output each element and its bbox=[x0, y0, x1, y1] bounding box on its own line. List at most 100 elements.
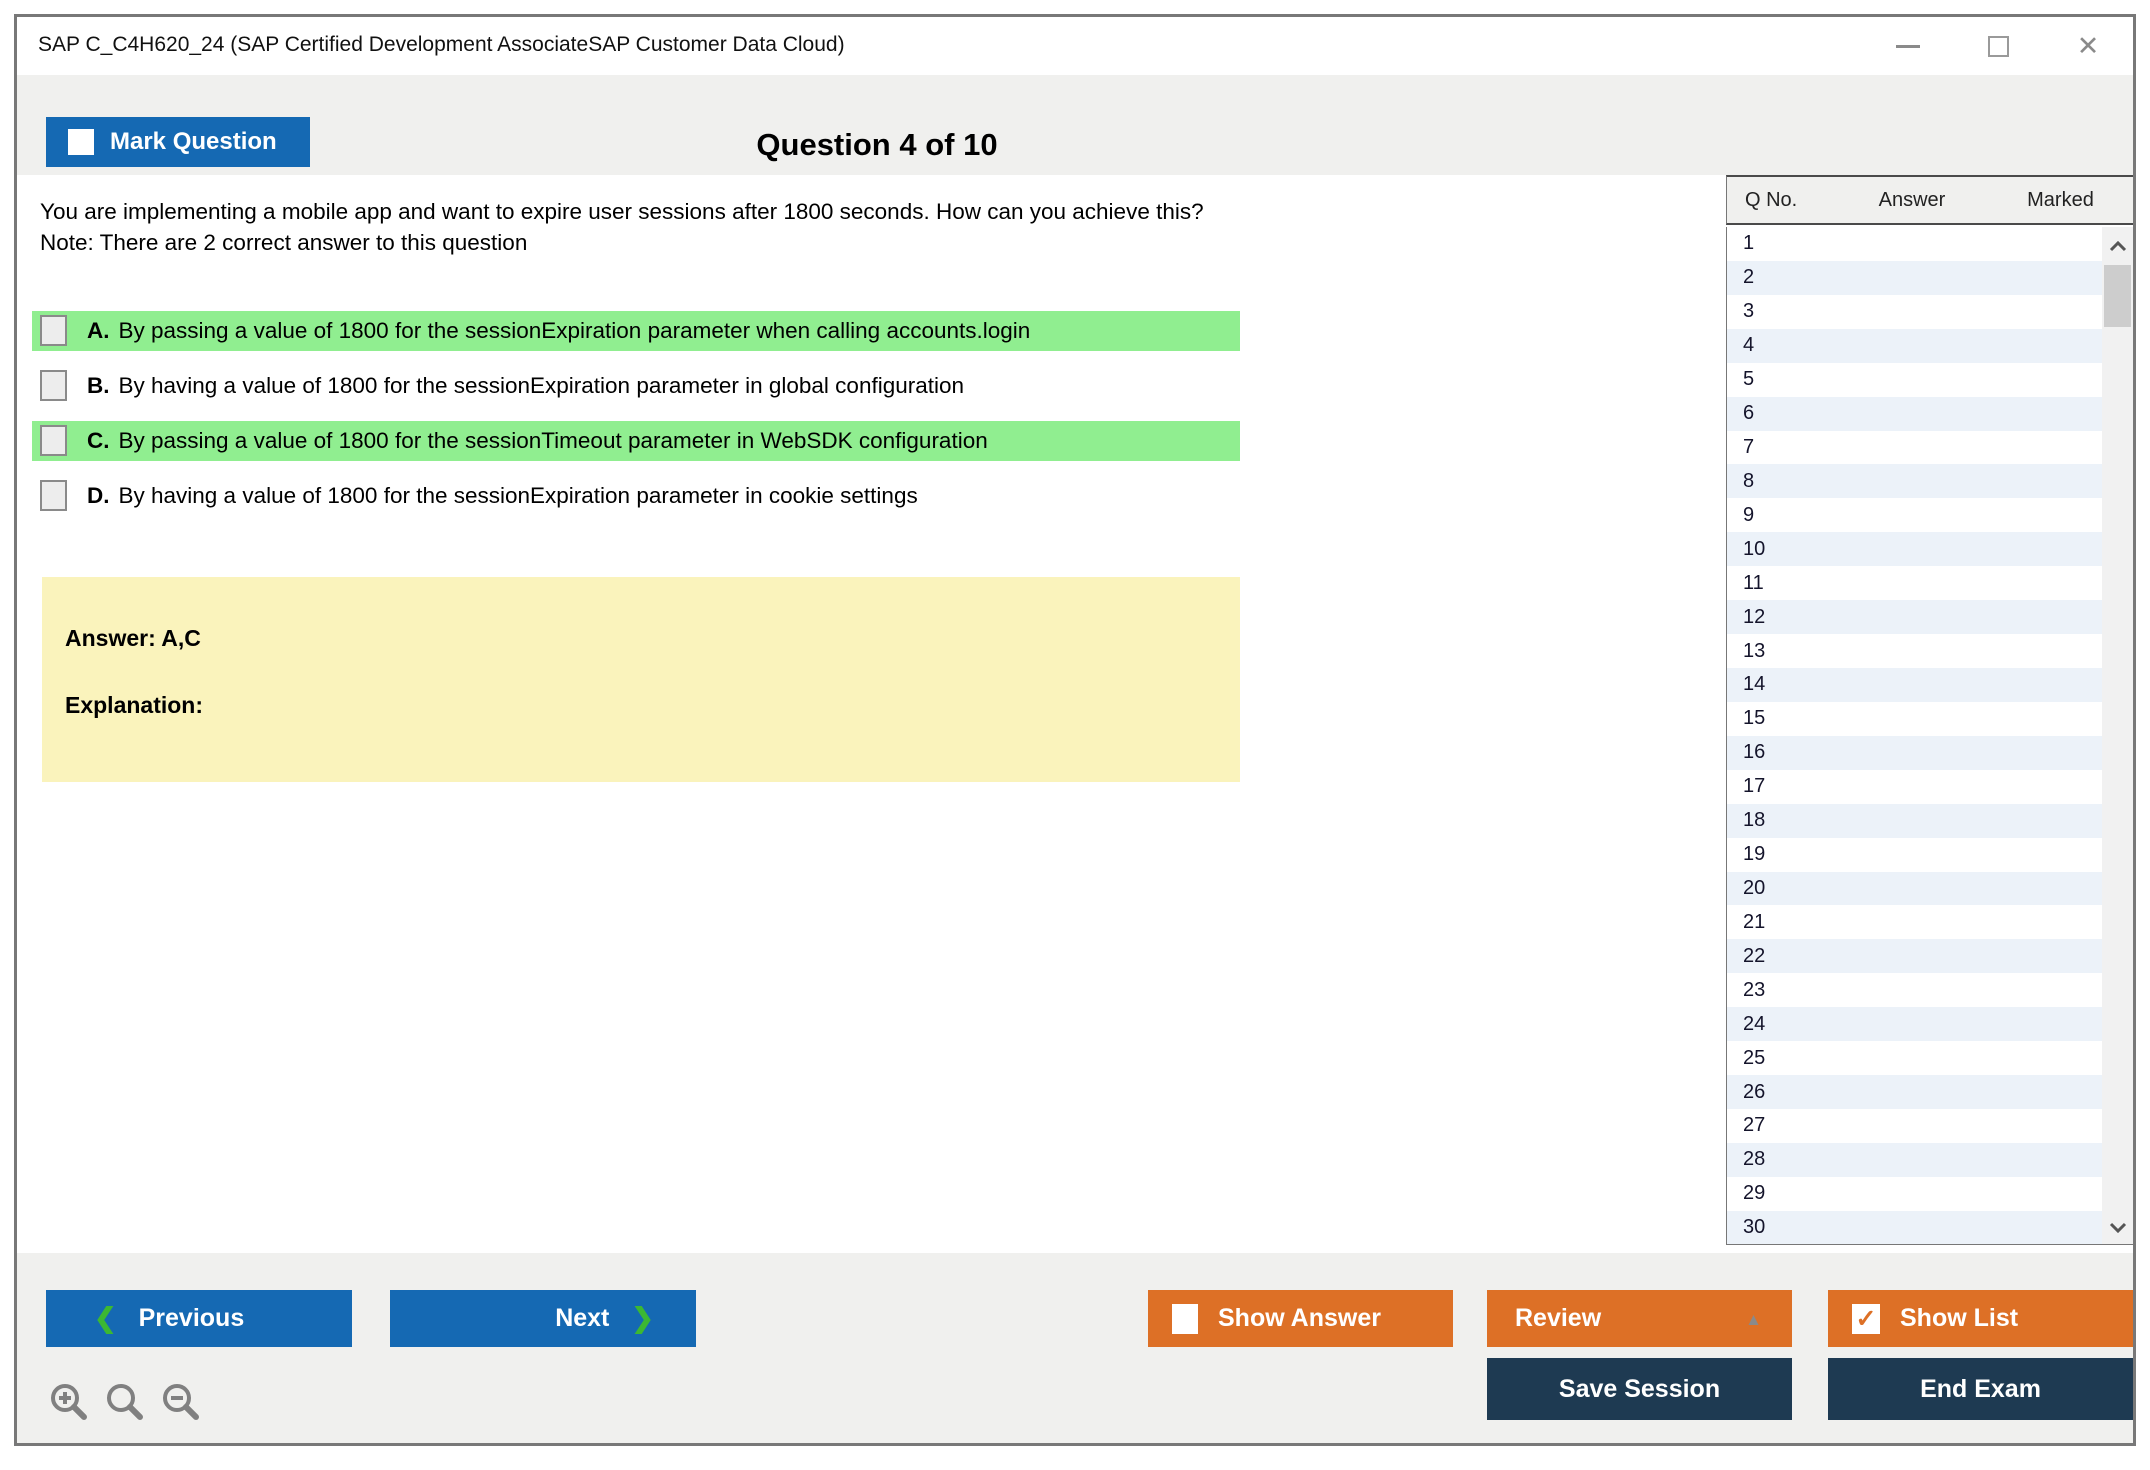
question-list: 1 2 3 4 5 6 7 8 9 10 11 12 13 14 15 16 17 18 19 20 21 22 23 24 2… bbox=[1726, 227, 2133, 1245]
question-row-3[interactable]: 3 bbox=[1727, 295, 2103, 329]
end-exam-button[interactable]: End Exam bbox=[1828, 1358, 2133, 1420]
close-button[interactable]: ✕ bbox=[2071, 29, 2105, 63]
question-number: 4 bbox=[1743, 334, 1755, 357]
option-checkbox[interactable] bbox=[40, 480, 67, 512]
question-list-sidebar: Q No. Answer Marked 1 2 3 4 5 6 7 8 9 10 11 12 13 14 1… bbox=[1726, 175, 2133, 1253]
question-row-9[interactable]: 9 bbox=[1727, 498, 2103, 532]
zoom-out-icon[interactable] bbox=[159, 1381, 203, 1425]
question-row-19[interactable]: 19 bbox=[1727, 838, 2103, 872]
previous-button[interactable]: ❮ Previous bbox=[46, 1290, 352, 1347]
option-checkbox[interactable] bbox=[40, 370, 67, 402]
question-row-29[interactable]: 29 bbox=[1727, 1177, 2103, 1211]
question-row-11[interactable]: 11 bbox=[1727, 566, 2103, 600]
question-row-24[interactable]: 24 bbox=[1727, 1007, 2103, 1042]
question-row-13[interactable]: 13 bbox=[1727, 634, 2103, 668]
question-row-14[interactable]: 14 bbox=[1727, 667, 2103, 702]
chevron-left-icon: ❮ bbox=[94, 1303, 117, 1333]
question-number: 26 bbox=[1743, 1080, 1766, 1103]
show-answer-label: Show Answer bbox=[1218, 1304, 1381, 1332]
answer-option-c[interactable]: C. By passing a value of 1800 for the ses… bbox=[32, 420, 1240, 461]
window-title: SAP C_C4H620_24 (SAP Certified Developme… bbox=[38, 33, 845, 56]
question-number: 3 bbox=[1743, 300, 1755, 323]
answer-option-a[interactable]: A. By passing a value of 1800 for the ses… bbox=[32, 310, 1240, 351]
question-row-28[interactable]: 28 bbox=[1727, 1142, 2103, 1177]
question-row-21[interactable]: 21 bbox=[1727, 905, 2103, 939]
question-number: 29 bbox=[1743, 1182, 1766, 1205]
question-row-1[interactable]: 1 bbox=[1727, 227, 2103, 261]
question-row-10[interactable]: 10 bbox=[1727, 532, 2103, 567]
question-text: You are implementing a mobile app and wa… bbox=[40, 199, 1204, 255]
question-row-7[interactable]: 7 bbox=[1727, 431, 2103, 465]
show-list-checkbox[interactable]: ✓ bbox=[1852, 1303, 1880, 1334]
column-header-qno: Q No. bbox=[1745, 188, 1798, 211]
answer-option-b[interactable]: B. By having a value of 1800 for the sess… bbox=[32, 366, 1240, 406]
chevron-right-icon: ❯ bbox=[631, 1303, 654, 1333]
question-number: 20 bbox=[1743, 876, 1766, 899]
question-number: 27 bbox=[1743, 1114, 1766, 1137]
zoom-in-icon[interactable] bbox=[47, 1381, 91, 1425]
question-row-8[interactable]: 8 bbox=[1727, 464, 2103, 499]
question-row-2[interactable]: 2 bbox=[1727, 260, 2103, 295]
option-checkbox[interactable] bbox=[40, 425, 67, 457]
question-number: 11 bbox=[1743, 571, 1764, 594]
question-row-6[interactable]: 6 bbox=[1727, 396, 2103, 431]
question-row-25[interactable]: 25 bbox=[1727, 1041, 2103, 1075]
option-text: By having a value of 1800 for the sessio… bbox=[118, 482, 918, 508]
question-row-18[interactable]: 18 bbox=[1727, 803, 2103, 838]
question-row-30[interactable]: 30 bbox=[1727, 1210, 2103, 1244]
option-letter: D. bbox=[87, 482, 110, 508]
maximize-icon bbox=[1987, 35, 2009, 57]
question-number: 18 bbox=[1743, 809, 1766, 832]
scrollbar-thumb[interactable] bbox=[2104, 265, 2131, 327]
minimize-button[interactable] bbox=[1891, 29, 1925, 63]
exam-window: SAP C_C4H620_24 (SAP Certified Developme… bbox=[14, 14, 2136, 1446]
next-button[interactable]: Next ❯ bbox=[390, 1290, 696, 1347]
question-row-15[interactable]: 15 bbox=[1727, 702, 2103, 736]
question-row-22[interactable]: 22 bbox=[1727, 939, 2103, 974]
column-header-answer: Answer bbox=[1878, 188, 1946, 211]
maximize-button[interactable] bbox=[1981, 29, 2015, 63]
question-number: 17 bbox=[1743, 775, 1766, 798]
check-icon: ✓ bbox=[1855, 1304, 1877, 1333]
answer-option-d[interactable]: D. By having a value of 1800 for the sess… bbox=[32, 476, 1240, 516]
question-number: 7 bbox=[1743, 435, 1755, 458]
question-row-23[interactable]: 23 bbox=[1727, 973, 2103, 1007]
question-number: 19 bbox=[1743, 843, 1766, 866]
question-rows: 1 2 3 4 5 6 7 8 9 10 11 12 13 14 15 16 17 18 19 20 21 22 23 24 2… bbox=[1727, 227, 2103, 1244]
scroll-up-button[interactable] bbox=[2102, 231, 2133, 261]
triangle-up-icon: ▲ bbox=[1745, 1310, 1762, 1329]
question-number: 22 bbox=[1743, 944, 1766, 967]
review-button[interactable]: Review ▲ bbox=[1487, 1290, 1792, 1347]
sidebar-scrollbar[interactable] bbox=[2102, 227, 2133, 1244]
question-number: 12 bbox=[1743, 605, 1766, 628]
show-answer-checkbox[interactable] bbox=[1172, 1303, 1198, 1334]
question-row-20[interactable]: 20 bbox=[1727, 871, 2103, 906]
option-letter: A. bbox=[87, 317, 110, 343]
question-number: 23 bbox=[1743, 978, 1766, 1001]
question-row-12[interactable]: 12 bbox=[1727, 600, 2103, 635]
question-counter: Question 4 of 10 bbox=[756, 127, 998, 162]
question-row-4[interactable]: 4 bbox=[1727, 328, 2103, 363]
title-bar: SAP C_C4H620_24 (SAP Certified Developme… bbox=[17, 17, 2133, 75]
magnifier-icon[interactable] bbox=[103, 1381, 147, 1425]
save-session-button[interactable]: Save Session bbox=[1487, 1358, 1792, 1420]
question-row-27[interactable]: 27 bbox=[1727, 1109, 2103, 1143]
scroll-down-button[interactable] bbox=[2102, 1212, 2133, 1242]
review-label: Review bbox=[1515, 1304, 1602, 1332]
question-row-17[interactable]: 17 bbox=[1727, 770, 2103, 804]
end-exam-label: End Exam bbox=[1920, 1374, 2041, 1403]
question-number: 9 bbox=[1743, 503, 1755, 526]
question-number: 30 bbox=[1743, 1216, 1766, 1239]
option-text: By having a value of 1800 for the sessio… bbox=[118, 372, 965, 398]
window-controls: ✕ bbox=[1891, 17, 2105, 75]
question-row-5[interactable]: 5 bbox=[1727, 363, 2103, 397]
option-letter: B. bbox=[87, 372, 110, 398]
explanation-label: Explanation: bbox=[65, 692, 204, 718]
show-answer-button[interactable]: Show Answer bbox=[1148, 1290, 1453, 1347]
option-checkbox[interactable] bbox=[40, 315, 67, 347]
show-list-button[interactable]: ✓ Show List bbox=[1828, 1290, 2133, 1347]
save-session-label: Save Session bbox=[1558, 1374, 1721, 1403]
question-number: 10 bbox=[1743, 537, 1766, 560]
question-row-26[interactable]: 26 bbox=[1727, 1075, 2103, 1109]
question-row-16[interactable]: 16 bbox=[1727, 735, 2103, 770]
